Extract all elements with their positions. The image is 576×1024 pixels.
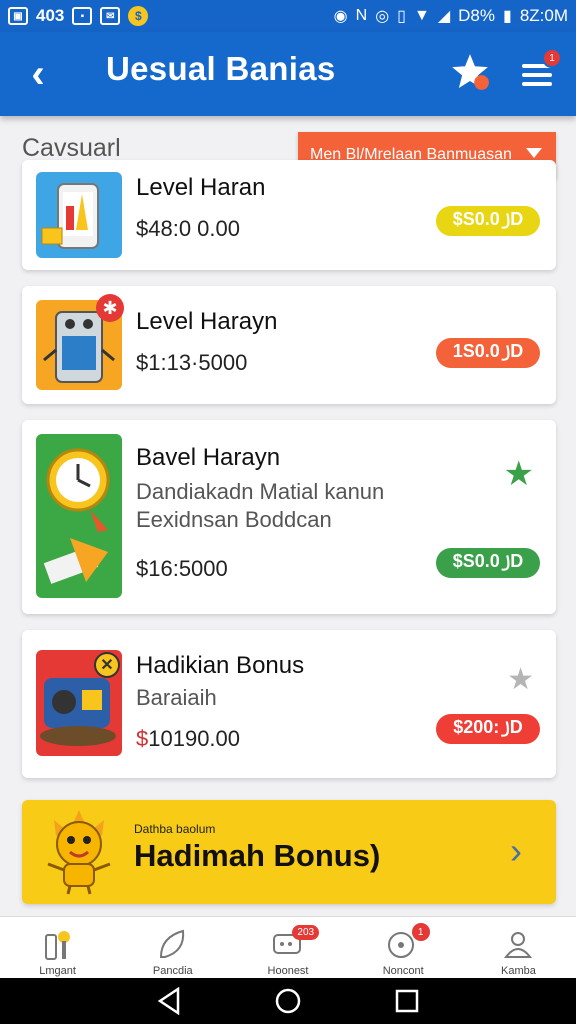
product-card[interactable]: ✱ Level Harayn $1:13·5000 1S0.0 ꠸D [22, 286, 556, 404]
chevron-right-icon[interactable]: › [510, 830, 522, 872]
clock: 8Z:0M [519, 6, 568, 25]
price-currency: $ [136, 726, 149, 751]
menu-badge: 1 [542, 48, 562, 68]
product-title: Level Harayn [136, 308, 278, 335]
star-icon[interactable]: ★ [504, 454, 534, 494]
battery-icon: ▮ [503, 8, 512, 25]
tools-icon [40, 927, 76, 961]
mascot-icon [47, 810, 111, 895]
favorites-button[interactable] [446, 48, 494, 96]
page-title: Uesual Banias [106, 50, 336, 87]
clock-money-icon [36, 434, 122, 598]
product-description-line2: Eexidnsan Boddcan [136, 507, 332, 532]
category-label: Cavsuarl [22, 134, 121, 162]
nfc-icon: N [355, 7, 368, 24]
bonus-title: Hadimah Bonus) [134, 838, 381, 873]
coin-icon: $ [128, 6, 149, 26]
star-icon [452, 54, 489, 90]
status-bar: ▣ 403 ▪ ✉ $ ◉ N ◎ ▯ ▼ ◢ D8% ▮ 8Z:0M [0, 0, 576, 32]
person-icon [500, 927, 536, 961]
close-badge-icon[interactable]: ✕ [94, 652, 120, 678]
nav-label: Noncont [382, 965, 424, 977]
caret-down-icon [526, 148, 542, 158]
nav-item-messages[interactable]: 203 Hoonest [230, 917, 345, 978]
nav-badge: 203 [292, 925, 320, 940]
product-card[interactable]: Level Haran $48:0 0.00 $S0.0 ꠸D [22, 160, 556, 270]
nav-item-notifications[interactable]: 1 Noncont [346, 917, 461, 978]
alarm-icon: ◉ [333, 8, 348, 25]
star-icon[interactable]: ★ [507, 662, 534, 697]
message-icon: ✉ [100, 7, 121, 25]
nav-item-explore[interactable]: Pancdia [115, 917, 230, 978]
status-left-text: 403 [36, 6, 65, 25]
battery-percent: D8% [458, 6, 495, 25]
product-card[interactable]: Bavel Harayn Dandiakadn Matial kanun Eex… [22, 420, 556, 614]
back-button[interactable]: ‹ [8, 44, 68, 104]
home-circle-icon[interactable] [274, 987, 302, 1015]
nav-label: Hoonest [267, 965, 309, 977]
product-title: Bavel Harayn [136, 444, 281, 471]
chevron-left-icon: ‹ [31, 51, 45, 96]
nav-item-profile[interactable]: Kamba [461, 917, 576, 978]
back-triangle-icon[interactable] [156, 987, 182, 1015]
bonus-banner[interactable]: Dathba baolum Hadimah Bonus) › [22, 800, 556, 904]
menu-button[interactable]: 1 [516, 48, 562, 96]
image-icon: ▪ [72, 7, 93, 25]
nav-item-home[interactable]: Lmgant [0, 917, 115, 978]
bonus-subtitle: Dathba baolum [134, 822, 216, 836]
product-description: Dandiakadn Matial kanun [136, 479, 385, 504]
product-price: $10190.00 [136, 726, 240, 752]
product-description: Baraiaih [136, 685, 217, 710]
recents-square-icon[interactable] [394, 988, 420, 1014]
phone-app-icon [36, 172, 122, 258]
close-badge-icon[interactable]: ✱ [96, 294, 124, 322]
product-price: $48:0 0.00 [136, 216, 240, 241]
price-amount: 10190.00 [148, 726, 241, 751]
nav-label: Kamba [500, 965, 536, 977]
price-badge[interactable]: $S0.0 ꠸D [436, 548, 540, 578]
notification-icon: ▣ [8, 7, 28, 25]
product-title: Level Haran [136, 174, 266, 201]
nav-label: Lmgant [39, 965, 76, 977]
sync-icon: ◎ [375, 8, 390, 25]
product-price: $1:13·5000 [136, 350, 248, 375]
price-badge[interactable]: $200: ꠸D [436, 714, 540, 744]
price-badge[interactable]: $S0.0 ꠸D [436, 206, 540, 236]
signal-icon: ◢ [437, 8, 451, 25]
battery-saver-icon: ▯ [397, 8, 406, 25]
product-price: $16:5000 [136, 556, 228, 581]
nav-badge: 1 [411, 923, 430, 941]
leaf-icon [155, 927, 191, 961]
nav-label: Pancdia [152, 965, 193, 977]
wifi-icon: ▼ [413, 7, 430, 24]
product-title: Hadikian Bonus [136, 652, 305, 679]
app-bar: ‹ Uesual Banias 1 [0, 32, 576, 116]
price-badge[interactable]: 1S0.0 ꠸D [436, 338, 540, 368]
bottom-nav: Lmgant Pancdia 203 Hoonest 1 Noncont Kam… [0, 916, 576, 978]
product-card[interactable]: ✕ Hadikian Bonus Baraiaih $10190.00 ★ $2… [22, 630, 556, 778]
system-nav-bar [0, 978, 576, 1024]
